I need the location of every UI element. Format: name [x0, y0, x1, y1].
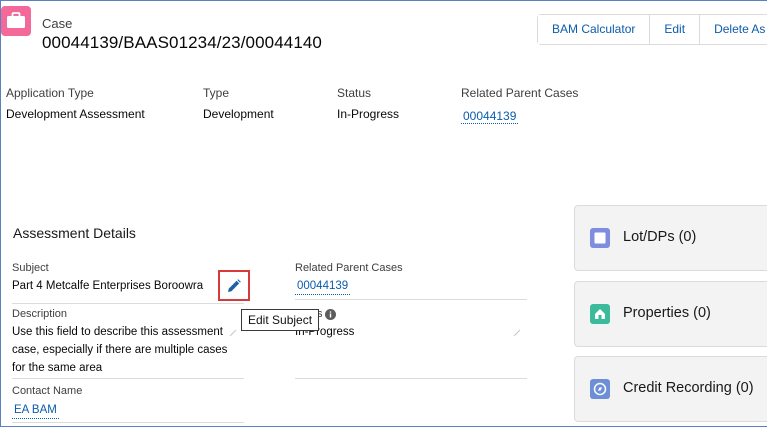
case-icon [1, 6, 31, 36]
related-parent-case-detail-link[interactable]: 00044139 [295, 278, 351, 295]
description-line-2: case, especially if there are multiple c… [12, 344, 228, 356]
record-title: 00044139/BAAS01234/23/00044140 [42, 33, 322, 52]
lot-icon [590, 228, 610, 248]
edit-subject-button[interactable] [218, 270, 250, 301]
credit-icon [590, 379, 610, 399]
highlight-type: Type Development [203, 86, 274, 121]
highlight-status: Status In-Progress [337, 86, 399, 121]
subject-divider [12, 303, 244, 304]
related-parent-case-link[interactable]: 00044139 [461, 109, 519, 124]
object-label: Case [42, 16, 73, 31]
contact-divider [12, 422, 244, 423]
header-actions: BAM Calculator Edit Delete As [537, 14, 767, 45]
properties-title[interactable]: Properties (0) [623, 305, 711, 321]
related-parent-cases-label: Related Parent Cases [461, 86, 579, 100]
info-icon[interactable] [325, 309, 336, 320]
section-title-assessment-details: Assessment Details [13, 225, 136, 241]
edit-subject-tooltip: Edit Subject [241, 309, 320, 331]
status-divider [295, 378, 527, 379]
description-line-3: for the same area [12, 362, 103, 374]
contact-name-link[interactable]: EA BAM [12, 402, 59, 419]
related-divider [295, 299, 527, 300]
resize-grip-icon [229, 329, 237, 337]
related-card-properties[interactable]: Properties (0) [574, 281, 767, 347]
credit-recording-title[interactable]: Credit Recording (0) [623, 380, 754, 396]
subject-value: Part 4 Metcalfe Enterprises Boroowra [12, 280, 204, 292]
highlight-application-type: Application Type Development Assessment [6, 86, 145, 121]
contact-name-label: Contact Name [12, 385, 83, 397]
related-parent-cases-detail-label: Related Parent Cases [295, 262, 403, 274]
lot-dps-title[interactable]: Lot/DPs (0) [623, 229, 696, 245]
description-label: Description [12, 308, 68, 320]
pencil-icon [228, 279, 241, 292]
related-card-credit-recording[interactable]: Credit Recording (0) [574, 356, 767, 422]
properties-icon [590, 304, 610, 324]
status-value: In-Progress [337, 107, 400, 121]
subject-label: Subject [12, 262, 49, 274]
application-type-value: Development Assessment [6, 107, 145, 121]
application-type-label: Application Type [6, 86, 94, 100]
delete-button[interactable]: Delete As [700, 15, 767, 44]
bam-calculator-button[interactable]: BAM Calculator [538, 15, 651, 44]
edit-button[interactable]: Edit [650, 15, 701, 44]
related-card-lot-dps[interactable]: Lot/DPs (0) [574, 205, 767, 271]
resize-grip-icon [513, 329, 521, 337]
highlight-related-parent-cases: Related Parent Cases 00044139 [461, 86, 578, 124]
type-value: Development [203, 107, 274, 121]
case-record-page: Case 00044139/BAAS01234/23/00044140 BAM … [0, 0, 767, 427]
type-label: Type [203, 86, 230, 100]
description-divider [12, 378, 244, 379]
status-label: Status [337, 86, 372, 100]
description-line-1: Use this field to describe this assessme… [12, 326, 223, 338]
